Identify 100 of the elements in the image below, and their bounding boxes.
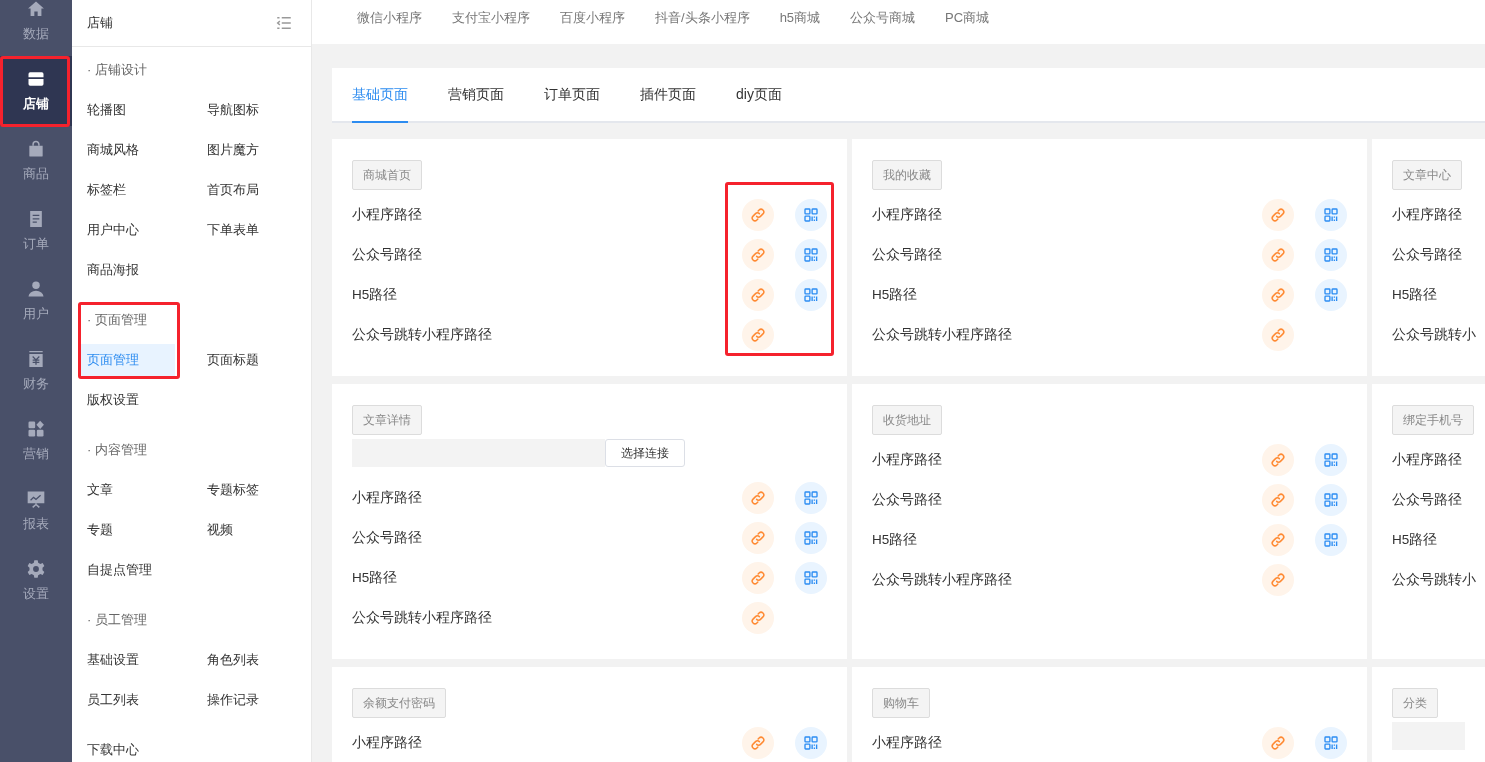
sidebar-item[interactable]: 页面标题 (192, 344, 287, 376)
copy-link-button[interactable] (742, 482, 774, 514)
path-label: 小程序路径 (352, 734, 422, 752)
qr-code-button[interactable] (795, 239, 827, 271)
platform-tab[interactable]: 百度小程序 (560, 9, 625, 27)
nav-rail-item[interactable]: 用户 (0, 266, 72, 336)
select-link-button[interactable]: 选择连接 (605, 439, 685, 467)
qr-code-button[interactable] (1315, 279, 1347, 311)
copy-link-button[interactable] (742, 319, 774, 351)
qr-code-icon (1322, 531, 1340, 549)
link-icon (749, 326, 767, 344)
link-icon (1269, 531, 1287, 549)
qr-code-button[interactable] (1315, 524, 1347, 556)
nav-rail-item[interactable]: 数据 (0, 0, 72, 56)
sidebar-item[interactable]: 视频 (192, 514, 287, 546)
sidebar-item[interactable]: 文章 (72, 474, 167, 506)
qr-code-button[interactable] (1315, 444, 1347, 476)
page-tab[interactable]: diy页面 (736, 68, 782, 123)
link-input-field[interactable] (352, 439, 605, 467)
qr-code-button[interactable] (795, 522, 827, 554)
platform-tab[interactable]: 公众号商城 (850, 9, 916, 27)
sidebar-item[interactable]: 图片魔方 (192, 134, 287, 166)
sidebar-item[interactable]: 下载中心 (72, 734, 167, 762)
page-tab[interactable]: 订单页面 (544, 68, 600, 123)
nav-rail-item[interactable]: 商品 (0, 126, 72, 196)
platform-tab[interactable]: 支付宝小程序 (452, 9, 530, 27)
nav-rail-item[interactable]: 报表 (0, 476, 72, 546)
copy-link-button[interactable] (742, 279, 774, 311)
sidebar-item[interactable]: 商品海报 (72, 254, 167, 286)
qr-code-button[interactable] (1315, 484, 1347, 516)
sidebar-item[interactable]: 专题 (72, 514, 167, 546)
qr-code-button[interactable] (795, 562, 827, 594)
sidebar-item[interactable]: 商城风格 (72, 134, 167, 166)
qr-code-button[interactable] (795, 279, 827, 311)
path-label: 公众号路径 (352, 529, 422, 547)
sidebar-item[interactable]: 轮播图 (72, 94, 167, 126)
copy-link-button[interactable] (742, 522, 774, 554)
link-icon (749, 206, 767, 224)
nav-rail-item[interactable]: 设置 (0, 546, 72, 616)
sidebar-item[interactable]: 标签栏 (72, 174, 167, 206)
copy-link-button[interactable] (1262, 524, 1294, 556)
qr-code-icon (802, 569, 820, 587)
sidebar-item[interactable]: 版权设置 (72, 384, 167, 416)
sidebar-item[interactable]: 导航图标 (192, 94, 287, 126)
group-heading: · 页面管理 (86, 311, 148, 329)
copy-link-button[interactable] (742, 239, 774, 271)
person-icon (26, 279, 46, 299)
copy-link-button[interactable] (1262, 319, 1294, 351)
qr-code-button[interactable] (1315, 727, 1347, 759)
platform-tab[interactable]: PC商城 (945, 9, 990, 27)
qr-code-icon (802, 206, 820, 224)
copy-link-button[interactable] (1262, 279, 1294, 311)
copy-link-button[interactable] (742, 602, 774, 634)
qr-code-button[interactable] (795, 482, 827, 514)
path-label: H5路径 (872, 531, 918, 549)
link-icon (749, 246, 767, 264)
page-name-tag: 余额支付密码 (352, 688, 446, 718)
sidebar-item[interactable]: 角色列表 (192, 644, 287, 676)
page-name-tag: 分类 (1392, 688, 1438, 718)
nav-label: 订单 (23, 235, 49, 253)
qr-code-icon (802, 286, 820, 304)
copy-link-button[interactable] (742, 562, 774, 594)
link-icon (749, 529, 767, 547)
qr-code-button[interactable] (795, 199, 827, 231)
path-label: 小程序路径 (352, 206, 422, 224)
page-tab[interactable]: 营销页面 (448, 68, 504, 123)
qr-code-button[interactable] (1315, 239, 1347, 271)
link-icon (1269, 491, 1287, 509)
copy-link-button[interactable] (742, 199, 774, 231)
copy-link-button[interactable] (1262, 444, 1294, 476)
copy-link-button[interactable] (1262, 239, 1294, 271)
page-tab[interactable]: 基础页面 (352, 68, 408, 123)
sidebar-item[interactable]: 首页布局 (192, 174, 287, 206)
sidebar-item[interactable]: 专题标签 (192, 474, 287, 506)
nav-rail-item[interactable]: 财务 (0, 336, 72, 406)
copy-link-button[interactable] (1262, 199, 1294, 231)
platform-tab[interactable]: 抖音/头条小程序 (655, 9, 750, 27)
page-tab[interactable]: 插件页面 (640, 68, 696, 123)
sidebar-item[interactable]: 用户中心 (72, 214, 167, 246)
group-heading: · 店铺设计 (86, 61, 148, 79)
nav-label: 营销 (23, 445, 49, 463)
sidebar-item[interactable]: 基础设置 (72, 644, 167, 676)
platform-tab[interactable]: 微信小程序 (357, 9, 422, 27)
nav-rail-item[interactable]: 订单 (0, 196, 72, 266)
sidebar-item[interactable]: 下单表单 (192, 214, 287, 246)
link-icon (749, 734, 767, 752)
nav-rail-item[interactable]: 营销 (0, 406, 72, 476)
sidebar-item[interactable]: 员工列表 (72, 684, 167, 716)
copy-link-button[interactable] (742, 727, 774, 759)
qr-code-button[interactable] (1315, 199, 1347, 231)
sidebar-item[interactable]: 自提点管理 (72, 554, 167, 586)
copy-link-button[interactable] (1262, 727, 1294, 759)
qr-code-button[interactable] (795, 727, 827, 759)
path-label: 小程序路径 (1392, 206, 1462, 224)
platform-tab[interactable]: h5商城 (779, 9, 821, 27)
sidebar-item[interactable]: 操作记录 (192, 684, 287, 716)
copy-link-button[interactable] (1262, 564, 1294, 596)
link-icon (1269, 286, 1287, 304)
nav-rail-item[interactable]: 店铺 (0, 56, 72, 126)
copy-link-button[interactable] (1262, 484, 1294, 516)
